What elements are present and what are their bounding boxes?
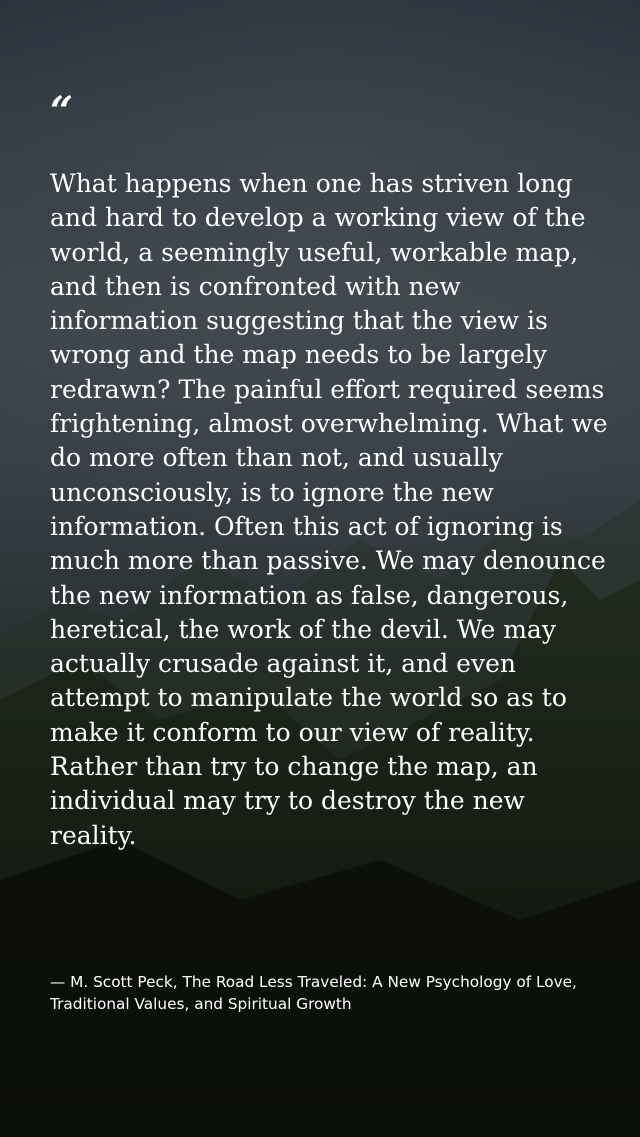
quote-text: What happens when one has striven long a… <box>50 169 608 850</box>
quote-attribution: — M. Scott Peck, The Road Less Traveled:… <box>50 973 577 1013</box>
quote-mark-icon: “ <box>50 88 74 135</box>
